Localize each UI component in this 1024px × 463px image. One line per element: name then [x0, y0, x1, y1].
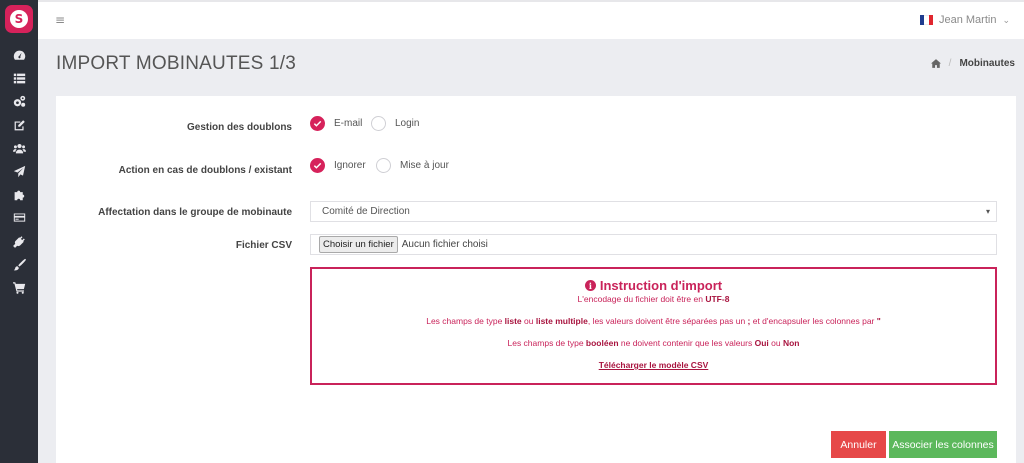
radio-unchecked-icon[interactable] [376, 158, 391, 173]
paint-brush-icon[interactable] [0, 253, 38, 276]
dropdown-arrow-icon: ▾ [985, 207, 990, 216]
radio-login-label: Login [395, 118, 420, 129]
breadcrumb-current[interactable]: Mobinautes [959, 58, 1015, 69]
info-icon: i [584, 280, 596, 291]
logo-letter: S [10, 10, 28, 28]
doublons-label: Gestion des doublons [186, 122, 292, 133]
french-flag-icon [919, 15, 933, 25]
edit-icon[interactable] [0, 114, 38, 137]
radio-ignorer[interactable]: Ignorer [310, 158, 366, 173]
associate-columns-button[interactable]: Associer les colonnes [889, 431, 997, 458]
import-instructions-box: i Instruction d'import L'encodage du fic… [310, 267, 997, 385]
radio-unchecked-icon[interactable] [371, 116, 386, 131]
user-menu[interactable]: Jean Martin ⌄ [919, 14, 1010, 26]
group-select-value: Comité de Direction [322, 206, 410, 217]
list-icon[interactable] [0, 67, 38, 90]
csv-label: Fichier CSV [235, 240, 292, 251]
chevron-down-icon: ⌄ [1002, 14, 1010, 25]
puzzle-icon[interactable] [0, 183, 38, 206]
sidebar-nav [0, 44, 38, 299]
group-select[interactable]: Comité de Direction ▾ [310, 201, 997, 222]
radio-checked-icon[interactable] [310, 158, 325, 173]
boolean-fields-line: Les champs de type booléen ne doivent co… [507, 338, 800, 348]
hamburger-menu-icon[interactable]: ≡ [55, 13, 65, 27]
cancel-button[interactable]: Annuler [831, 431, 886, 458]
plug-icon[interactable] [0, 230, 38, 253]
radio-email[interactable]: E-mail [310, 116, 362, 131]
dashboard-icon[interactable] [0, 44, 38, 67]
users-icon[interactable] [0, 137, 38, 160]
app-logo[interactable]: S [5, 5, 33, 33]
cogs-icon[interactable] [0, 90, 38, 113]
page-title: IMPORT MOBINAUTES 1/3 [56, 53, 296, 74]
user-name: Jean Martin [938, 14, 997, 26]
instructions-title-text: Instruction d'import [599, 278, 723, 293]
home-icon[interactable] [930, 59, 941, 68]
topbar: ≡ Jean Martin ⌄ [38, 0, 1024, 39]
radio-checked-icon[interactable] [310, 116, 325, 131]
list-fields-line: Les champs de type liste ou liste multip… [426, 316, 881, 326]
encoding-line: L'encodage du fichier doit être en UTF-8 [577, 294, 730, 304]
radio-login[interactable]: Login [371, 116, 419, 131]
instructions-title: i Instruction d'import [312, 278, 995, 293]
breadcrumb-separator: / [948, 58, 952, 69]
csv-file-input[interactable]: Choisir un fichier Aucun fichier choisi [310, 234, 997, 255]
group-label: Affectation dans le groupe de mobinaute [98, 207, 292, 218]
choose-file-button[interactable]: Choisir un fichier [319, 236, 398, 253]
action-label: Action en cas de doublons / existant [118, 165, 292, 176]
sidebar: S [0, 0, 38, 463]
radio-mise-a-jour[interactable]: Mise à jour [376, 158, 449, 173]
radio-mise-a-jour-label: Mise à jour [400, 160, 449, 171]
cart-icon[interactable] [0, 276, 38, 299]
download-template-link[interactable]: Télécharger le modèle CSV [599, 360, 709, 370]
import-form-card: Gestion des doublons E-mail Login Action… [56, 96, 1016, 463]
file-status: Aucun fichier choisi [401, 239, 488, 250]
radio-ignorer-label: Ignorer [334, 160, 366, 171]
breadcrumb: / Mobinautes [930, 58, 1015, 69]
credit-card-icon[interactable] [0, 206, 38, 229]
paper-plane-icon[interactable] [0, 160, 38, 183]
radio-email-label: E-mail [334, 118, 363, 129]
